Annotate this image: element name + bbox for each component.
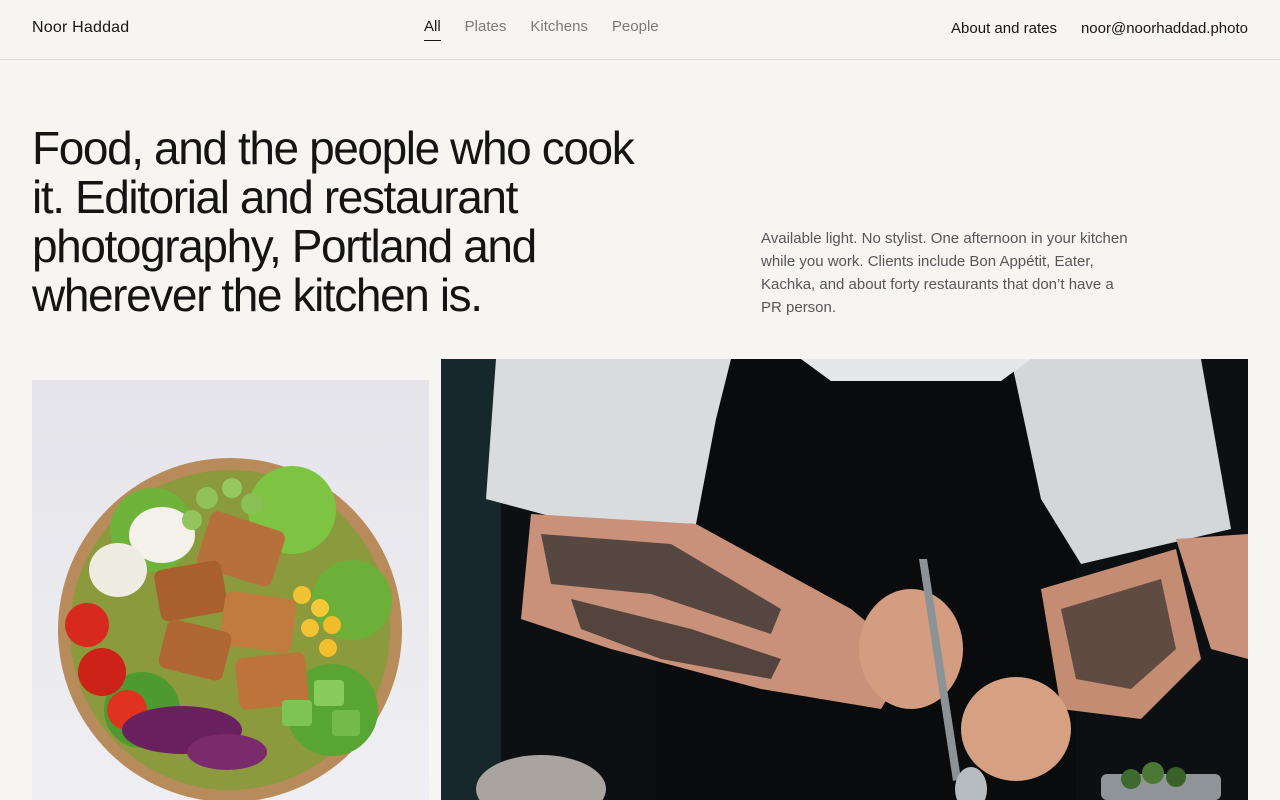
category-filter-nav: All Plates Kitchens People	[424, 18, 659, 41]
chef-plating-image	[441, 359, 1248, 800]
tattooed-chef-plating-photo[interactable]	[441, 359, 1248, 800]
filter-all[interactable]: All	[424, 18, 441, 41]
filter-plates[interactable]: Plates	[465, 18, 507, 41]
filter-people[interactable]: People	[612, 18, 659, 41]
about-and-rates-link[interactable]: About and rates	[951, 20, 1057, 37]
salad-bowl-photo[interactable]	[32, 380, 429, 800]
email-link[interactable]: noor@noorhaddad.photo	[1081, 20, 1248, 37]
site-brand-link[interactable]: Noor Haddad	[32, 19, 129, 37]
hero-intro-paragraph: Available light. No stylist. One afterno…	[761, 230, 1128, 316]
salad-bowl-image	[32, 380, 429, 800]
filter-kitchens[interactable]: Kitchens	[530, 18, 588, 41]
secondary-nav: About and rates noor@noorhaddad.photo	[951, 20, 1248, 37]
top-navigation-bar: Noor Haddad All Plates Kitchens People A…	[0, 0, 1280, 60]
hero-headline: Food, and the people who cook it. Editor…	[32, 122, 635, 321]
